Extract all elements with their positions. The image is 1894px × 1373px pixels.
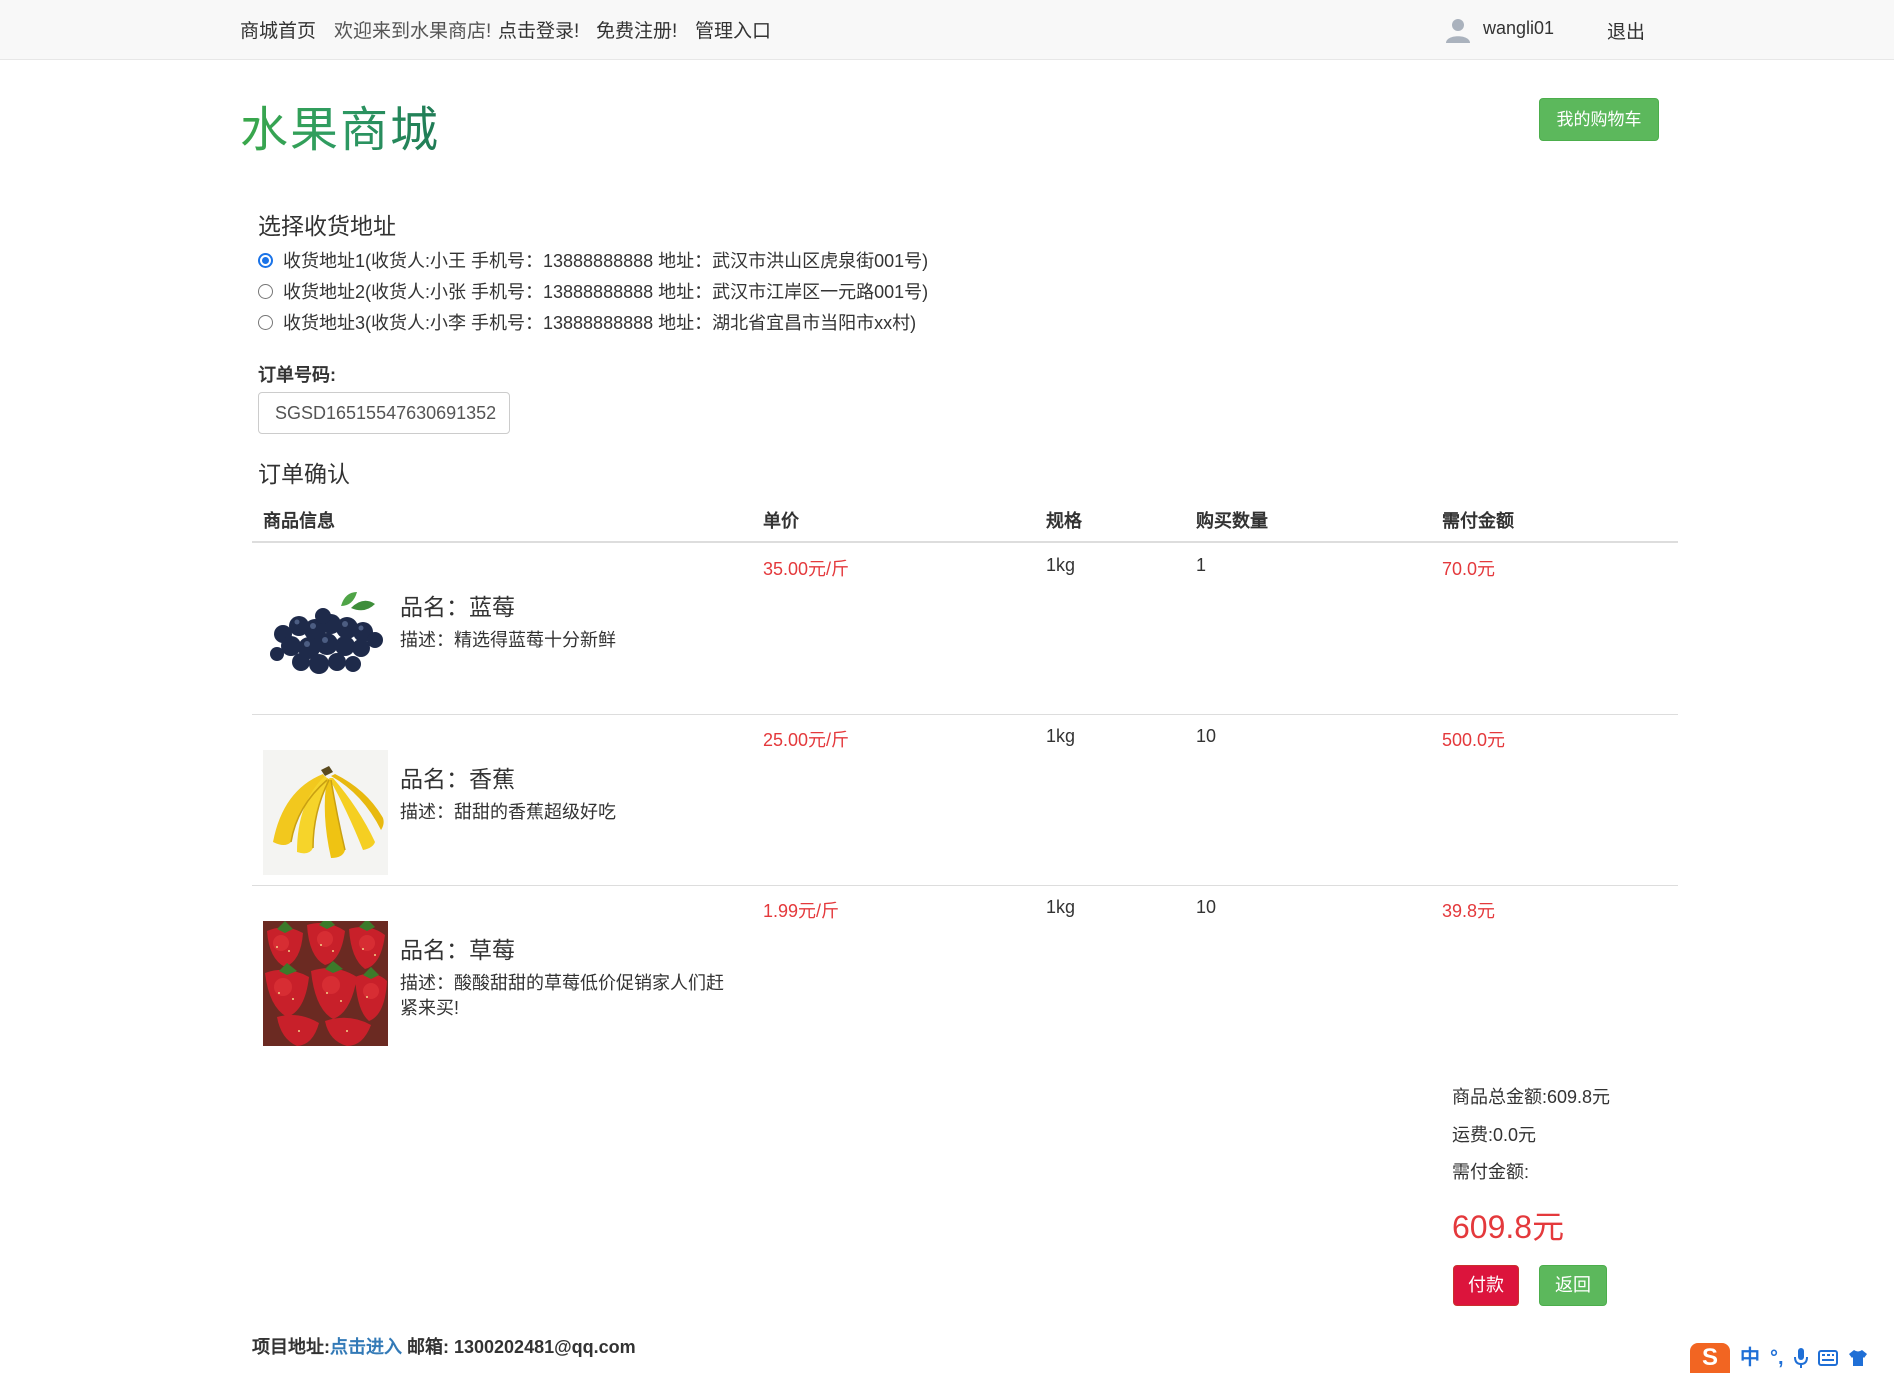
spec-value: 1kg: [1046, 555, 1076, 575]
username-label: wangli01: [1483, 18, 1555, 38]
banana-image: [263, 750, 388, 875]
amount-value: 70.0元: [1442, 559, 1496, 579]
top-navbar: 商城首页 欢迎来到水果商店! 点击登录! 免费注册! 管理入口 wangli01…: [0, 0, 1894, 60]
row-divider: [252, 714, 1678, 715]
amount-value: 500.0元: [1442, 730, 1506, 750]
blueberry-image: [263, 568, 388, 693]
table-header-divider: [252, 541, 1678, 543]
page-footer: 项目地址:点击进入 邮箱: 1300202481@qq.com: [252, 1333, 636, 1359]
product-name: 品名：香蕉: [400, 766, 515, 792]
spec-value: 1kg: [1046, 897, 1076, 917]
payable-amount: 609.8元: [1452, 1209, 1565, 1245]
quantity-value: 1: [1196, 555, 1207, 575]
ime-punctuation-mode[interactable]: °,: [1770, 1343, 1784, 1373]
ime-chinese-mode[interactable]: 中: [1740, 1343, 1760, 1373]
quantity-value: 10: [1196, 897, 1217, 917]
address-option-2[interactable]: 收货地址2(收货人:小张 手机号：13888888888 地址：武汉市江岸区一元…: [258, 279, 928, 303]
order-confirm-title: 订单确认: [258, 461, 350, 487]
th-unit-price: 单价: [763, 511, 799, 531]
nav-login-link[interactable]: 点击登录!: [498, 16, 579, 43]
product-desc: 描述：甜甜的香蕉超级好吃: [400, 802, 616, 822]
address-option-3[interactable]: 收货地址3(收货人:小李 手机号：13888888888 地址：湖北省宜昌市当阳…: [258, 310, 916, 334]
address-section-title: 选择收货地址: [258, 213, 396, 239]
ime-toolbar: S 中 °,: [1690, 1343, 1894, 1373]
project-address-label: 项目地址:: [252, 1337, 330, 1357]
address-option-1[interactable]: 收货地址1(收货人:小王 手机号：13888888888 地址：武汉市洪山区虎泉…: [258, 248, 928, 272]
goods-total: 商品总金额:609.8元: [1452, 1087, 1611, 1107]
address-radio-3[interactable]: [258, 314, 273, 330]
unit-price: 1.99元/斤: [763, 901, 840, 921]
order-number-label: 订单号码:: [258, 365, 336, 385]
pay-button[interactable]: 付款: [1453, 1265, 1519, 1306]
unit-price: 35.00元/斤: [763, 559, 850, 579]
footer-email: 邮箱: 1300202481@qq.com: [402, 1337, 636, 1357]
address-radio-1[interactable]: [258, 252, 273, 268]
row-divider: [252, 885, 1678, 886]
th-amount: 需付金额: [1442, 511, 1514, 531]
th-product-info: 商品信息: [263, 511, 335, 531]
nav-welcome-text: 欢迎来到水果商店!: [334, 21, 492, 42]
unit-price: 25.00元/斤: [763, 730, 850, 750]
site-logo: 水果商城: [240, 90, 440, 160]
address-option-label: 收货地址2(收货人:小张 手机号：13888888888 地址：武汉市江岸区一元…: [283, 282, 929, 302]
product-desc: 描述：精选得蓝莓十分新鲜: [400, 630, 616, 650]
shirt-icon[interactable]: [1848, 1349, 1868, 1367]
nav-register-link[interactable]: 免费注册!: [596, 16, 677, 43]
order-number-input[interactable]: [258, 392, 510, 434]
product-name: 品名：草莓: [400, 937, 515, 963]
nav-admin-link[interactable]: 管理入口: [695, 16, 771, 43]
address-option-label: 收货地址3(收货人:小李 手机号：13888888888 地址：湖北省宜昌市当阳…: [283, 313, 917, 333]
quantity-value: 10: [1196, 726, 1217, 746]
product-name: 品名：蓝莓: [400, 594, 515, 620]
product-desc: 描述：酸酸甜甜的草莓低价促销家人们赶紧来买!: [400, 973, 724, 1018]
keyboard-icon[interactable]: [1817, 1350, 1838, 1366]
my-cart-button[interactable]: 我的购物车: [1539, 98, 1659, 141]
address-option-label: 收货地址1(收货人:小王 手机号：13888888888 地址：武汉市洪山区虎泉…: [283, 251, 929, 271]
project-link[interactable]: 点击进入: [330, 1337, 402, 1357]
spec-value: 1kg: [1046, 726, 1076, 746]
nav-home-link[interactable]: 商城首页: [240, 16, 316, 43]
th-quantity: 购买数量: [1196, 511, 1268, 531]
th-spec: 规格: [1046, 511, 1082, 531]
mic-icon[interactable]: [1793, 1347, 1808, 1369]
payable-label: 需付金额:: [1452, 1162, 1530, 1182]
back-button[interactable]: 返回: [1539, 1265, 1607, 1306]
ime-logo-icon[interactable]: S: [1690, 1343, 1730, 1373]
shipping-fee: 运费:0.0元: [1452, 1125, 1537, 1145]
user-icon: [1446, 19, 1470, 43]
address-radio-2[interactable]: [258, 283, 273, 299]
strawberry-image: [263, 921, 388, 1046]
logout-link[interactable]: 退出: [1607, 17, 1645, 44]
amount-value: 39.8元: [1442, 901, 1496, 921]
